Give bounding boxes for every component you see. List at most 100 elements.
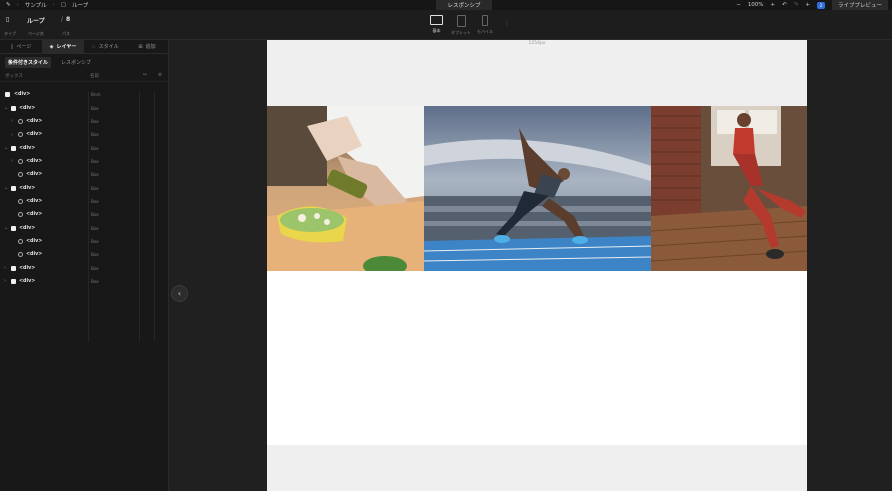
redo-icon[interactable]: ↷ [794, 2, 799, 8]
footer-section[interactable] [267, 445, 807, 491]
layer-row[interactable]: › <div> Box [0, 261, 168, 274]
layer-tag: <div> [19, 278, 36, 284]
sprinter-stadium-photo[interactable] [424, 106, 651, 271]
layer-name: Bnm [91, 92, 101, 98]
tab-pages[interactable]: ▯ ページ [0, 40, 42, 53]
live-preview-button[interactable]: ライブプレビュー [831, 0, 888, 10]
panel-tabs: ▯ ページ ◈ レイヤー ⁙ スタイル ⊞ 追加 [0, 40, 168, 54]
width-indicator: 1254px [528, 41, 546, 46]
tab-label: 追加 [145, 44, 156, 50]
layer-tag: <div> [26, 172, 43, 178]
layer-row[interactable]: ⌄ <div> Box [0, 141, 168, 154]
layer-row[interactable]: <div> Box [0, 248, 168, 261]
box-icon [11, 185, 16, 191]
breadcrumb-page[interactable]: ループ [72, 1, 88, 9]
layer-tag: <div> [19, 225, 36, 231]
device-desktop[interactable]: 基本 [430, 15, 443, 34]
layer-row-root[interactable]: <div> Bnm [0, 88, 168, 101]
tab-conditional-styles[interactable]: 条件付きスタイル [5, 56, 52, 68]
component-icon [18, 198, 23, 204]
tab-responsive[interactable]: レスポンシブ [436, 0, 492, 10]
layer-row[interactable]: › <div> Box [0, 275, 168, 288]
tab-styles[interactable]: ⁙ スタイル [84, 40, 126, 53]
box-icon [11, 265, 16, 271]
header-section[interactable] [267, 40, 807, 106]
pages-icon: ▯ [10, 43, 14, 50]
chevron-down-icon[interactable]: ⌄ [4, 185, 8, 191]
component-icon [18, 172, 23, 178]
chevron-right-icon: › [52, 2, 55, 8]
artboard-frame[interactable]: 1254px [267, 40, 807, 491]
tab-label: レイヤー [56, 44, 77, 50]
layer-tag: <div> [19, 105, 36, 111]
tab-responsive-styles[interactable]: レスポンシブ [61, 59, 91, 66]
layer-row[interactable]: <div> Box [0, 195, 168, 208]
undo-icon[interactable]: ↶ [782, 2, 787, 8]
edit-icon[interactable]: ✎ [6, 2, 11, 8]
desktop-icon [430, 15, 443, 25]
layer-row[interactable]: ⌄ <div> Box [0, 101, 168, 114]
page-name-label: ページ名 [28, 31, 44, 36]
settings-icon[interactable]: ⚙ [158, 73, 162, 78]
column-box: ボックス [5, 73, 23, 79]
tab-add[interactable]: ⊞ 追加 [126, 40, 168, 53]
chevron-down-icon[interactable]: ⌄ [4, 145, 8, 151]
chevron-right-icon[interactable]: › [11, 132, 13, 138]
box-icon [11, 225, 16, 231]
link-icon[interactable]: ⚯ [143, 73, 147, 78]
layer-row[interactable]: ⌄ <div> Box [0, 181, 168, 194]
tab-layers[interactable]: ◈ レイヤー [42, 40, 84, 53]
zoom-in-icon[interactable]: + [771, 2, 776, 8]
collaborators-badge[interactable]: 2 [816, 1, 825, 9]
layers-tree: <div> Bnm ⌄ <div> Box › <div> Box › <div> Box ⌄ <div… [0, 88, 168, 288]
chevron-right-icon[interactable]: › [11, 158, 13, 164]
more-icon[interactable]: ⋮ [504, 20, 510, 27]
page-type-icon[interactable]: ▯ [6, 16, 9, 23]
component-icon [18, 118, 23, 124]
layer-row[interactable]: <div> Box [0, 208, 168, 221]
tablet-icon [456, 15, 466, 27]
page-toolbar: ▯ タイプ ループ ページ名 / 8 パス 基本 タブレット モバイル ⋮ [0, 10, 892, 40]
chevron-right-icon[interactable]: › [4, 265, 6, 271]
layer-row[interactable]: › <div> Box [0, 155, 168, 168]
design-canvas[interactable]: ‹ 1254px [170, 40, 892, 491]
type-label: タイプ [4, 31, 16, 36]
device-mobile[interactable]: モバイル [477, 15, 493, 35]
chevron-down-icon[interactable]: ⌄ [4, 105, 8, 111]
layer-tag: <div> [26, 238, 43, 244]
breadcrumb-project[interactable]: サンプル [25, 1, 47, 9]
component-icon [18, 212, 23, 218]
collapse-panel-button[interactable]: ‹ [171, 285, 188, 302]
layer-name: Box [91, 158, 99, 164]
layer-name: Box [91, 172, 99, 178]
layer-row[interactable]: <div> Box [0, 168, 168, 181]
layer-name: Box [91, 145, 99, 151]
component-icon [18, 158, 23, 164]
layer-tag: <div> [26, 132, 43, 138]
chevron-right-icon[interactable]: › [11, 118, 13, 124]
layer-tag: <div> [26, 118, 43, 124]
chevron-down-icon[interactable]: ⌄ [4, 225, 8, 231]
chef-salad-photo[interactable] [267, 106, 424, 271]
layer-name: Box [91, 278, 99, 284]
device-tablet[interactable]: タブレット [451, 15, 471, 36]
layer-row[interactable]: <div> Box [0, 235, 168, 248]
column-name: 名前 [90, 73, 99, 79]
image-gallery[interactable] [267, 106, 807, 271]
layer-row[interactable]: ⌄ <div> Box [0, 221, 168, 234]
chevron-left-icon: ‹ [177, 289, 182, 298]
layer-row[interactable]: › <div> Box [0, 115, 168, 128]
add-icon[interactable]: + [805, 2, 810, 8]
path-field[interactable]: 8 [66, 16, 70, 23]
chevron-right-icon: › [16, 2, 19, 8]
layer-tag: <div> [26, 198, 43, 204]
chevron-right-icon[interactable]: › [4, 278, 6, 284]
fitness-woman-photo[interactable] [651, 106, 807, 271]
panel-subtabs: 条件付きスタイル レスポンシブ [0, 54, 168, 70]
zoom-level[interactable]: 100% [748, 2, 764, 8]
zoom-out-icon[interactable]: − [736, 2, 741, 8]
layer-tag: <div> [19, 265, 36, 271]
add-square-icon: ⊞ [138, 43, 143, 50]
page-name-field[interactable]: ループ [27, 16, 45, 25]
layer-row[interactable]: › <div> Box [0, 128, 168, 141]
